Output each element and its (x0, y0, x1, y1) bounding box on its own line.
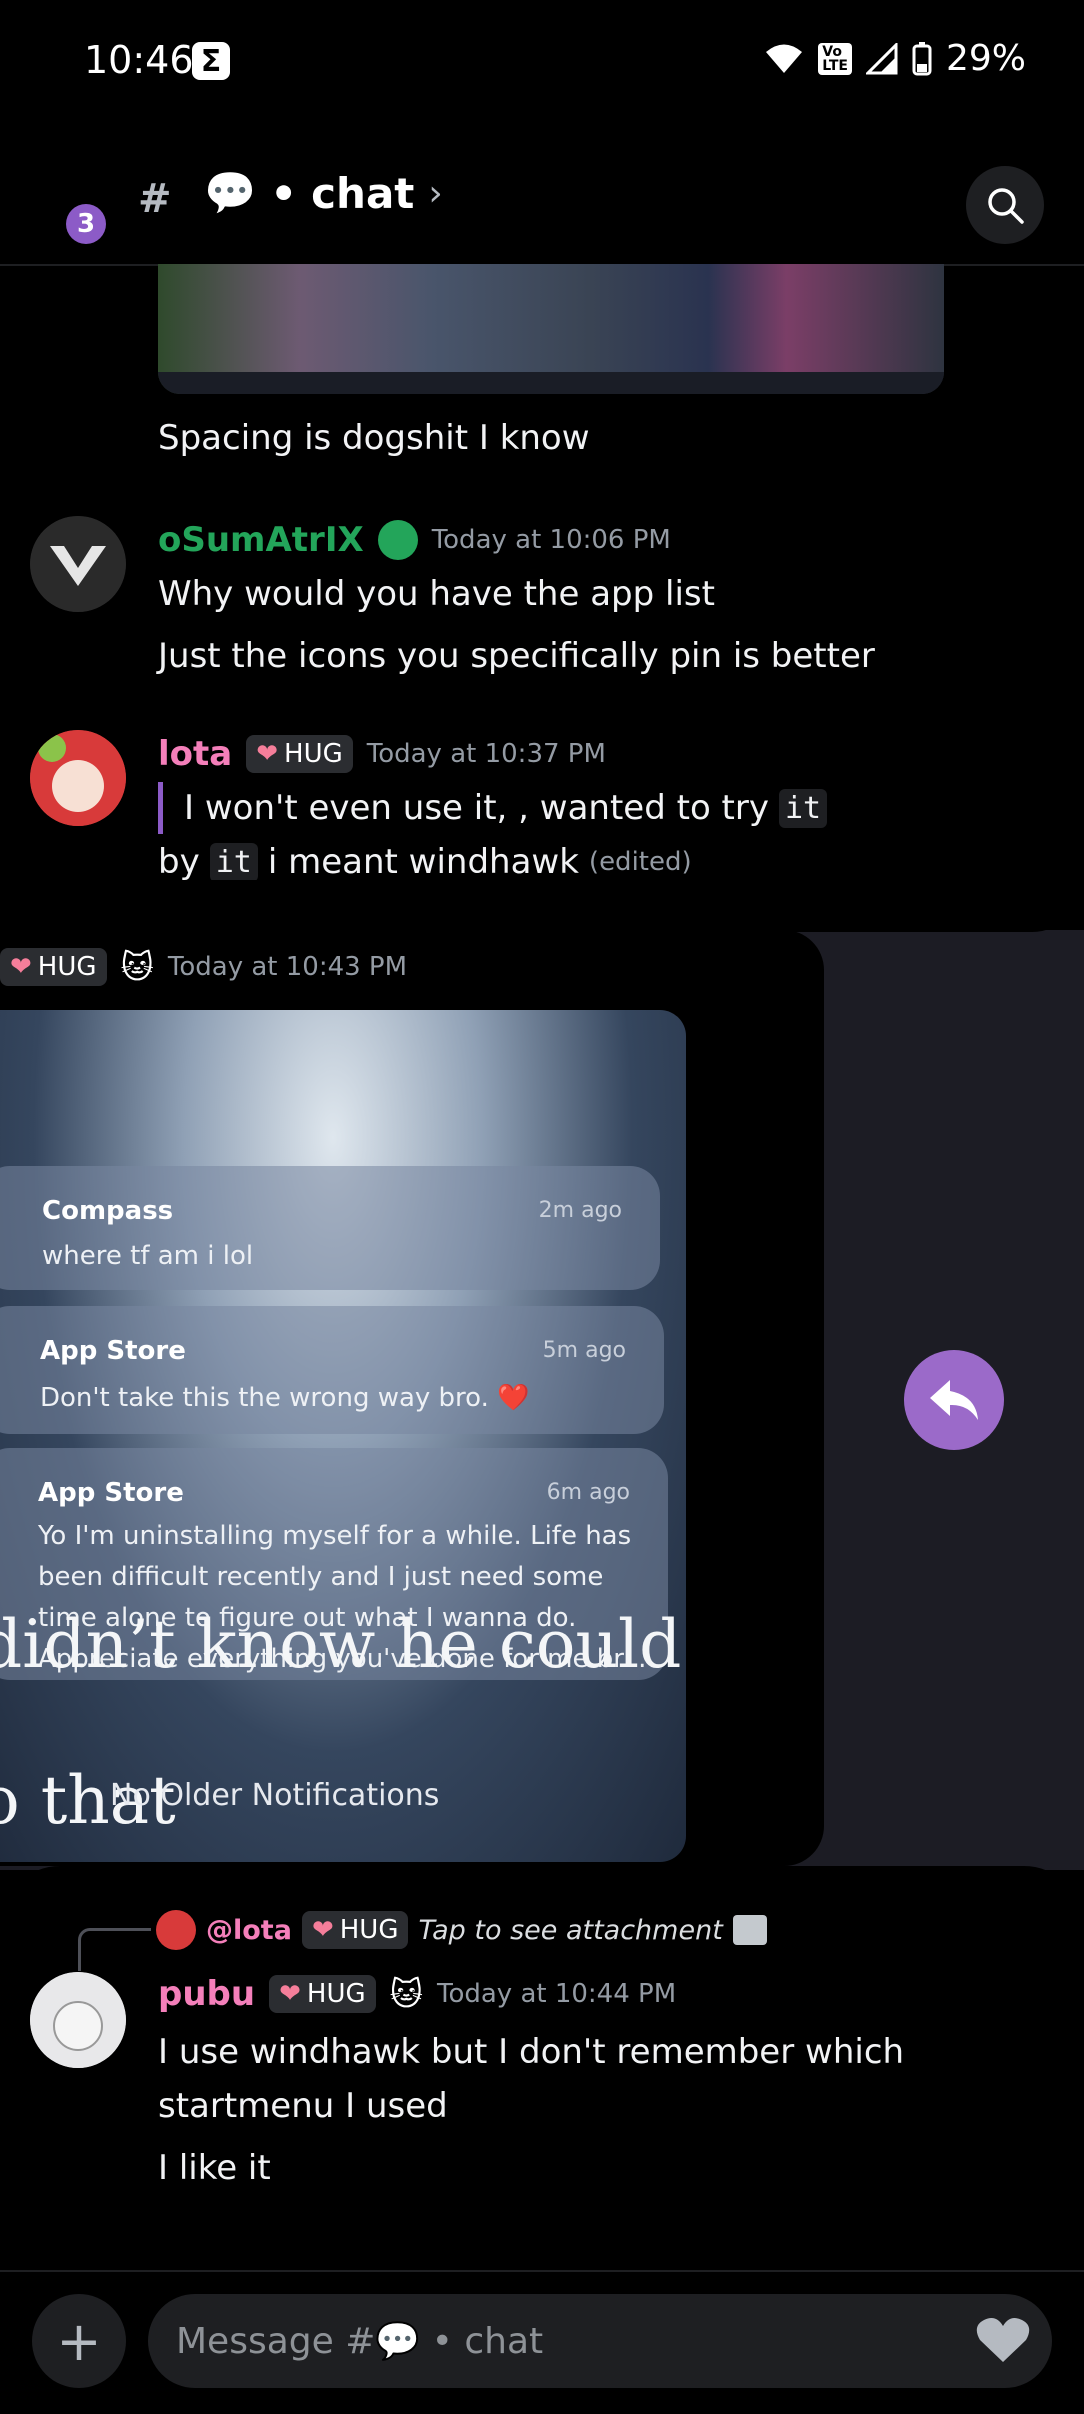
message-text: I use windhawk but I don't remember whic… (158, 2032, 905, 2072)
reply-mention: @lota (206, 1914, 292, 1946)
message-quote: I won't even use it, , wanted to try it (184, 788, 828, 828)
message-header: ❤ HUG 🐱 Today at 10:43 PM (0, 948, 407, 986)
message-input[interactable] (148, 2294, 1052, 2388)
reply-connector (78, 1928, 151, 1971)
search-icon (988, 188, 1024, 224)
server-tag: ❤ HUG (269, 1975, 376, 2013)
avatar[interactable] (30, 1972, 126, 2068)
quote-bar (158, 782, 163, 834)
battery-icon (912, 41, 932, 75)
notification-screenshot[interactable]: Compass 2m ago where tf am i lol App Sto… (0, 1010, 686, 1862)
taskbar-preview (158, 372, 944, 394)
swipe-reply-button[interactable] (904, 1350, 1004, 1450)
timestamp: Today at 10:43 PM (167, 952, 408, 982)
username[interactable]: pubu (158, 1974, 255, 2014)
image-icon (732, 1915, 767, 1945)
reply-arrow-icon (930, 1380, 978, 1420)
channel-name: chat (311, 168, 415, 218)
server-tag: ❤ HUG (301, 1911, 409, 1949)
plus-icon: + (56, 2309, 102, 2373)
signal-icon (865, 42, 898, 74)
status-indicators: Vo LTE 29% (764, 38, 1026, 79)
avatar[interactable] (30, 730, 126, 826)
wifi-icon (766, 44, 803, 73)
battery-percent: 29% (945, 38, 1026, 79)
cat-emoji-icon: 🐱 (389, 1975, 423, 2013)
heart-tag-icon: ❤ (256, 739, 279, 769)
message-header: lota ❤ HUG Today at 10:37 PM (158, 734, 606, 774)
heart-tag-icon: ❤ (279, 1979, 301, 2009)
username[interactable]: lota (158, 734, 232, 774)
notification-card: App Store 5m ago Don't take this the wro… (0, 1306, 664, 1434)
chevron-right-icon: › (428, 172, 443, 214)
no-older-notifications: No Older Notifications (110, 1778, 440, 1813)
notification-card: Compass 2m ago where tf am i lol (0, 1166, 660, 1290)
status-time: 10:46 (84, 38, 194, 82)
avatar[interactable] (30, 516, 126, 612)
title-separator: • (270, 168, 298, 218)
heart-tag-icon: ❤ (10, 952, 32, 982)
message-text: Why would you have the app list (158, 574, 715, 614)
cat-emoji-icon: 🐱 (120, 948, 154, 986)
add-attachment-button[interactable]: + (32, 2294, 126, 2388)
username[interactable]: oSumAtrIX (158, 520, 364, 560)
reply-context[interactable]: @lota ❤ HUG Tap to see attachment (156, 1910, 767, 1950)
heart-tag-icon: ❤ (311, 1915, 334, 1945)
timestamp: Today at 10:06 PM (431, 525, 671, 555)
message-text: by it i meant windhawk (edited) (158, 842, 692, 882)
meme-caption: didn’t know he could (0, 1606, 682, 1683)
reply-avatar (156, 1910, 196, 1950)
volte-icon: Vo LTE (818, 42, 852, 75)
channel-hash-icon[interactable]: # (138, 176, 172, 222)
message-text: Spacing is dogshit I know (158, 418, 590, 458)
message-text: I like it (158, 2148, 271, 2188)
heart-reaction-icon[interactable] (976, 2316, 1030, 2368)
sigma-notification-icon: Σ (192, 42, 230, 80)
developer-badge-icon (377, 520, 418, 560)
server-tag: ❤ HUG (246, 735, 353, 773)
message-header: pubu ❤ HUG 🐱 Today at 10:44 PM (158, 1974, 676, 2014)
timestamp: Today at 10:37 PM (366, 739, 606, 769)
message-header: oSumAtrIX Today at 10:06 PM (158, 520, 671, 560)
unread-badge[interactable]: 3 (66, 204, 106, 244)
message-text: Just the icons you specifically pin is b… (158, 636, 875, 676)
speech-bubble-icon: 💬 (204, 168, 257, 217)
timestamp: Today at 10:44 PM (436, 1979, 677, 2009)
search-button[interactable] (966, 166, 1044, 244)
channel-title[interactable]: 💬 • chat › (204, 168, 443, 218)
server-tag: ❤ HUG (0, 948, 107, 986)
reply-text: Tap to see attachment (418, 1914, 723, 1946)
message-text: startmenu I used (158, 2086, 448, 2126)
image-attachment[interactable] (158, 264, 944, 394)
message-list-upper (0, 880, 1084, 932)
